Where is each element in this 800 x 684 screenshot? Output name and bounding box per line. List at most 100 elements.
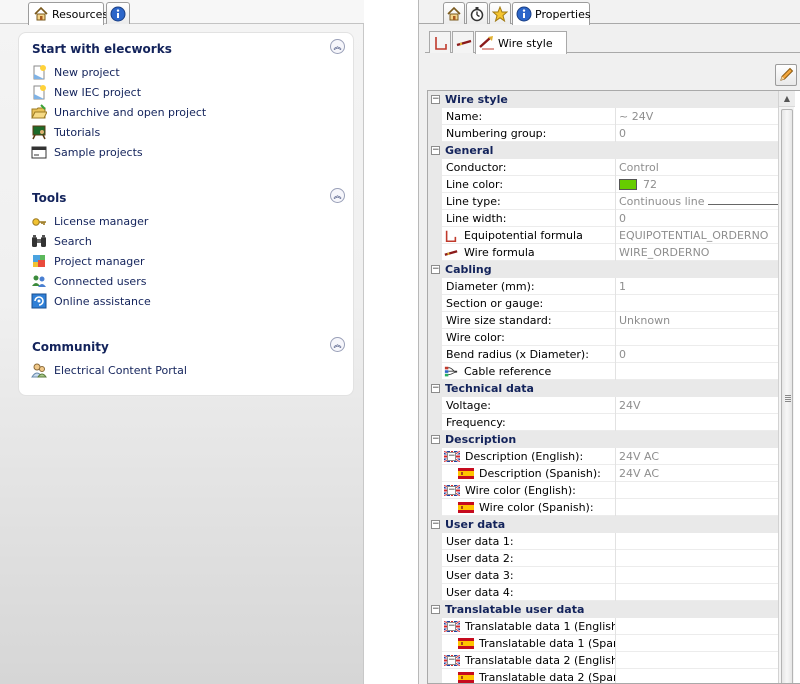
category-row[interactable]: − Technical data — [428, 380, 778, 397]
tab-info[interactable] — [106, 2, 130, 24]
property-row[interactable]: Bend radius (x Diameter): 0 — [428, 346, 778, 363]
link-license-manager[interactable]: License manager — [31, 212, 148, 230]
property-row[interactable]: Description (Spanish): 24V AC — [428, 465, 778, 482]
property-row[interactable]: Diameter (mm): 1 — [428, 278, 778, 295]
property-value-cell[interactable]: Control — [615, 159, 778, 176]
link-connected-users[interactable]: Connected users — [31, 272, 146, 290]
property-row[interactable]: − Translatable data 2 (English): — [428, 652, 778, 669]
property-row[interactable]: Conductor: Control — [428, 159, 778, 176]
link-sample-projects[interactable]: Sample projects — [31, 143, 143, 161]
link-tutorials[interactable]: Tutorials — [31, 123, 100, 141]
tab-properties[interactable]: Properties — [512, 2, 591, 25]
scrollbar-thumb[interactable] — [781, 109, 793, 683]
tab-favorites[interactable] — [489, 2, 511, 24]
property-value-cell[interactable] — [615, 329, 778, 346]
expand-icon[interactable]: − — [447, 452, 456, 461]
link-project-manager[interactable]: Project manager — [31, 252, 145, 270]
tab-history[interactable] — [466, 2, 488, 24]
collapse-tools-button[interactable]: ︽ — [330, 188, 345, 203]
property-value-cell[interactable] — [615, 550, 778, 567]
property-row[interactable]: − Wire color (English): — [428, 482, 778, 499]
category-row[interactable]: − Wire style — [428, 91, 778, 108]
property-row[interactable]: Translatable data 2 (Spanish): — [428, 669, 778, 683]
link-unarchive-project[interactable]: Unarchive and open project — [31, 103, 206, 121]
category-row[interactable]: − Description — [428, 431, 778, 448]
property-row[interactable]: Equipotential formula EQUIPOTENTIAL_ORDER… — [428, 227, 778, 244]
collapse-icon[interactable]: − — [431, 265, 440, 274]
property-row[interactable]: Name: ~ 24V — [428, 108, 778, 125]
tab-resources[interactable]: Resources — [28, 2, 108, 25]
property-value-cell[interactable] — [615, 482, 778, 499]
property-row[interactable]: Line color: 72 — [428, 176, 778, 193]
property-value-cell[interactable] — [615, 567, 778, 584]
collapse-icon[interactable]: − — [431, 605, 440, 614]
vertical-scrollbar[interactable]: ▲ — [778, 91, 795, 683]
property-row[interactable]: Translatable data 1 (Spanish): — [428, 635, 778, 652]
link-new-project[interactable]: New project — [31, 63, 120, 81]
property-row[interactable]: Section or gauge: — [428, 295, 778, 312]
expand-icon[interactable]: − — [447, 622, 456, 631]
edit-button[interactable] — [775, 64, 797, 86]
sub-tab-wire[interactable] — [452, 31, 474, 53]
property-value-cell[interactable]: ~ 24V — [615, 108, 778, 125]
property-value-cell[interactable]: 24V AC — [615, 448, 778, 465]
property-value-cell[interactable] — [615, 669, 778, 683]
property-row[interactable]: User data 4: — [428, 584, 778, 601]
property-row[interactable]: Wire size standard: Unknown — [428, 312, 778, 329]
property-value-cell[interactable] — [615, 618, 778, 635]
sub-tab-wire-style[interactable]: Wire style — [475, 31, 567, 54]
property-value-cell[interactable]: EQUIPOTENTIAL_ORDERNO — [615, 227, 778, 244]
property-row[interactable]: Wire color (Spanish): — [428, 499, 778, 516]
property-value-cell[interactable]: 72 — [615, 176, 778, 193]
category-row[interactable]: − Cabling — [428, 261, 778, 278]
property-value-cell[interactable]: 0 — [615, 346, 778, 363]
expand-icon[interactable]: − — [447, 656, 456, 665]
property-row[interactable]: Wire formula WIRE_ORDERNO — [428, 244, 778, 261]
category-row[interactable]: − General — [428, 142, 778, 159]
property-value-cell[interactable] — [615, 414, 778, 431]
scroll-up-button[interactable]: ▲ — [779, 91, 795, 107]
property-row[interactable]: Line type: Continuous line — [428, 193, 778, 210]
property-value-cell[interactable] — [615, 635, 778, 652]
property-row[interactable]: Cable reference — [428, 363, 778, 380]
property-row[interactable]: − Description (English): 24V AC — [428, 448, 778, 465]
collapse-icon[interactable]: − — [431, 95, 440, 104]
property-row[interactable]: Numbering group: 0 — [428, 125, 778, 142]
property-value-cell[interactable]: 1 — [615, 278, 778, 295]
property-value-cell[interactable] — [615, 584, 778, 601]
property-value-cell[interactable]: 24V — [615, 397, 778, 414]
property-row[interactable]: User data 1: — [428, 533, 778, 550]
property-row[interactable]: − Translatable data 1 (English): — [428, 618, 778, 635]
expand-icon[interactable]: − — [447, 486, 456, 495]
sub-tab-equipotential[interactable] — [429, 31, 451, 53]
property-row[interactable]: Wire color: — [428, 329, 778, 346]
link-online-assistance[interactable]: Online assistance — [31, 292, 151, 310]
property-value-cell[interactable] — [615, 652, 778, 669]
category-row[interactable]: − Translatable user data — [428, 601, 778, 618]
property-row[interactable]: Voltage: 24V — [428, 397, 778, 414]
link-search[interactable]: Search — [31, 232, 92, 250]
property-value-cell[interactable] — [615, 533, 778, 550]
property-row[interactable]: User data 3: — [428, 567, 778, 584]
property-value-cell[interactable]: Unknown — [615, 312, 778, 329]
collapse-icon[interactable]: − — [431, 435, 440, 444]
collapse-icon[interactable]: − — [431, 520, 440, 529]
property-row[interactable]: Line width: 0 — [428, 210, 778, 227]
property-value-cell[interactable]: WIRE_ORDERNO — [615, 244, 778, 261]
property-value-cell[interactable] — [615, 363, 778, 380]
collapse-icon[interactable]: − — [431, 146, 440, 155]
property-value-cell[interactable]: 0 — [615, 210, 778, 227]
link-new-iec-project[interactable]: New IEC project — [31, 83, 141, 101]
property-value-cell[interactable] — [615, 295, 778, 312]
property-value-cell[interactable]: 0 — [615, 125, 778, 142]
property-value-cell[interactable]: Continuous line — [615, 193, 778, 210]
link-content-portal[interactable]: Electrical Content Portal — [31, 361, 187, 379]
property-value-cell[interactable] — [615, 499, 778, 516]
collapse-community-button[interactable]: ︽ — [330, 337, 345, 352]
collapse-icon[interactable]: − — [431, 384, 440, 393]
property-row[interactable]: User data 2: — [428, 550, 778, 567]
category-row[interactable]: − User data — [428, 516, 778, 533]
tab-home[interactable] — [443, 2, 465, 24]
property-row[interactable]: Frequency: — [428, 414, 778, 431]
collapse-start-button[interactable]: ︽ — [330, 39, 345, 54]
